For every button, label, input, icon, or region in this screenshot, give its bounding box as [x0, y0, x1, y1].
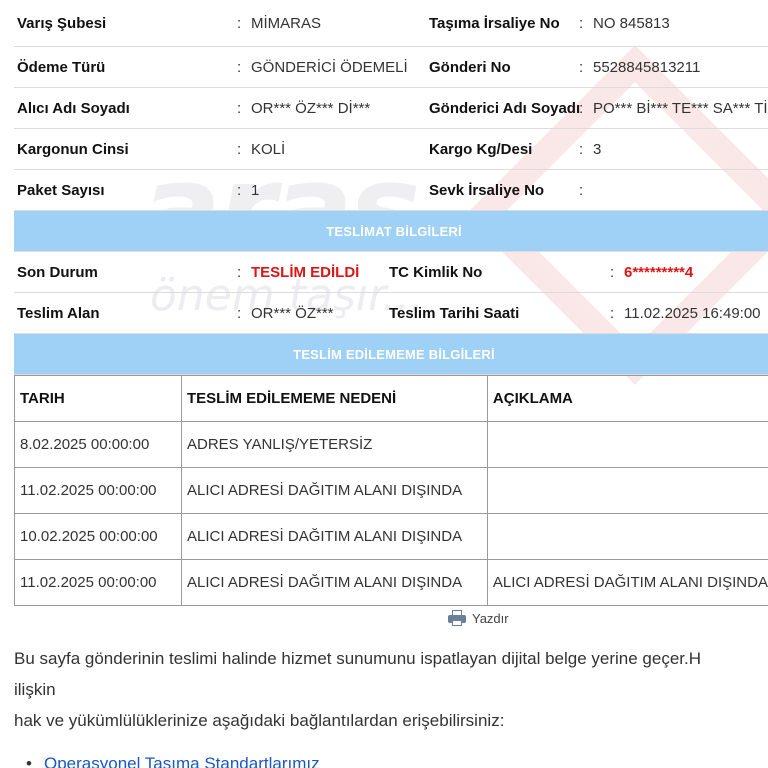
separator: :: [237, 99, 242, 117]
separator: :: [579, 140, 584, 158]
field-label: Gönderi No: [429, 58, 511, 76]
operational-standards-link[interactable]: Operasyonel Taşıma Standartlarımız: [44, 754, 320, 768]
separator: :: [237, 181, 242, 199]
cell-description: [486, 467, 768, 514]
table-row: 10.02.2025 00:00:00 ALICI ADRESİ DAĞITIM…: [14, 513, 768, 560]
info-row: Alıcı Adı Soyadı : OR*** ÖZ*** Dİ*** Gön…: [14, 88, 768, 129]
column-header-date: TARIH: [14, 375, 182, 422]
cell-reason: ADRES YANLIŞ/YETERSİZ: [181, 421, 488, 468]
cell-description: ALICI ADRESİ DAĞITIM ALANI DIŞINDA: [486, 559, 768, 606]
info-row: Kargonun Cinsi : KOLİ Kargo Kg/Desi : 3: [14, 129, 768, 170]
field-label: Kargo Kg/Desi: [429, 140, 533, 158]
cell-description: [486, 421, 768, 468]
field-value: MİMARAS: [251, 14, 322, 32]
notice-line: ilişkin: [14, 680, 56, 699]
field-label: Gönderici Adı Soyadı: [429, 99, 581, 117]
info-row: Paket Sayısı : 1 Sevk İrsaliye No :: [14, 170, 768, 211]
field-value: OR*** ÖZ*** Dİ***: [251, 99, 371, 117]
separator: :: [610, 304, 615, 322]
column-header-reason: TESLİM EDİLEMEME NEDENİ: [181, 375, 488, 422]
failed-delivery-header: TESLİM EDİLEMEME BİLGİLERİ: [14, 334, 768, 375]
cell-reason: ALICI ADRESİ DAĞITIM ALANI DIŞINDA: [181, 467, 488, 514]
separator: :: [237, 140, 242, 158]
field-label: Paket Sayısı: [17, 181, 105, 199]
delivery-datetime-label: Teslim Tarihi Saati: [389, 304, 520, 322]
field-value: GÖNDERİCİ ÖDEMELİ: [251, 58, 408, 76]
field-label: Varış Şubesi: [17, 14, 107, 32]
separator: :: [579, 14, 584, 32]
field-label: Ödeme Türü: [17, 58, 106, 76]
separator: :: [610, 263, 615, 281]
cell-date: 10.02.2025 00:00:00: [14, 513, 182, 560]
separator: :: [579, 99, 584, 117]
shipment-detail-panel: Varış Şubesi : MİMARAS Taşıma İrsaliye N…: [14, 0, 768, 606]
cell-date: 8.02.2025 00:00:00: [14, 421, 182, 468]
printer-icon: [448, 610, 466, 626]
field-label: Taşıma İrsaliye No: [429, 14, 560, 32]
cell-date: 11.02.2025 00:00:00: [14, 467, 182, 514]
tc-id-label: TC Kimlik No: [389, 263, 483, 281]
separator: :: [237, 14, 242, 32]
receiver-label: Teslim Alan: [17, 304, 100, 322]
table-row: 8.02.2025 00:00:00 ADRES YANLIŞ/YETERSİZ: [14, 421, 768, 468]
separator: :: [237, 304, 242, 322]
receiver-value: OR*** ÖZ***: [251, 304, 334, 322]
delivery-receiver-row: Teslim Alan : OR*** ÖZ*** Teslim Tarihi …: [14, 293, 768, 334]
cell-reason: ALICI ADRESİ DAĞITIM ALANI DIŞINDA: [181, 559, 488, 606]
cell-date: 11.02.2025 00:00:00: [14, 559, 182, 606]
separator: :: [579, 181, 584, 199]
print-button[interactable]: Yazdır: [448, 610, 509, 626]
field-value: NO 845813: [593, 14, 670, 32]
link-list-item: Operasyonel Taşıma Standartlarımız: [26, 754, 320, 768]
field-label: Alıcı Adı Soyadı: [17, 99, 130, 117]
status-label: Son Durum: [17, 263, 98, 281]
field-value: KOLİ: [251, 140, 286, 158]
cell-reason: ALICI ADRESİ DAĞITIM ALANI DIŞINDA: [181, 513, 488, 560]
info-row: Varış Şubesi : MİMARAS Taşıma İrsaliye N…: [14, 0, 768, 47]
delivery-status-value: TESLİM EDİLDİ: [251, 263, 360, 281]
cell-description: [486, 513, 768, 560]
field-label: Kargonun Cinsi: [17, 140, 129, 158]
delivery-datetime-value: 11.02.2025 16:49:00: [624, 304, 761, 322]
print-label: Yazdır: [472, 610, 509, 626]
separator: :: [237, 58, 242, 76]
failed-delivery-table: TARIH TESLİM EDİLEMEME NEDENİ AÇIKLAMA 8…: [14, 375, 768, 606]
column-header-description: AÇIKLAMA: [486, 375, 768, 422]
table-row: 11.02.2025 00:00:00 ALICI ADRESİ DAĞITIM…: [14, 467, 768, 514]
tc-id-value: 6*********4: [624, 263, 694, 281]
field-label: Sevk İrsaliye No: [429, 181, 545, 199]
table-row: 11.02.2025 00:00:00 ALICI ADRESİ DAĞITIM…: [14, 559, 768, 606]
table-header-row: TARIH TESLİM EDİLEMEME NEDENİ AÇIKLAMA: [14, 375, 768, 422]
field-value: 1: [251, 181, 260, 199]
separator: :: [579, 58, 584, 76]
legal-notice: Bu sayfa gönderinin teslimi halinde hizm…: [14, 643, 768, 736]
field-value: 3: [593, 140, 602, 158]
delivery-status-row: Son Durum : TESLİM EDİLDİ TC Kimlik No :…: [14, 252, 768, 293]
field-value: 5528845813211: [593, 58, 701, 76]
notice-line: hak ve yükümlülüklerinize aşağıdaki bağl…: [14, 711, 505, 730]
field-value: PO*** Bİ*** TE*** SA*** Tİ: [593, 99, 768, 117]
info-row: Ödeme Türü : GÖNDERİCİ ÖDEMELİ Gönderi N…: [14, 47, 768, 88]
notice-line: Bu sayfa gönderinin teslimi halinde hizm…: [14, 649, 702, 668]
separator: :: [237, 263, 242, 281]
delivery-info-header: TESLİMAT BİLGİLERİ: [14, 211, 768, 252]
